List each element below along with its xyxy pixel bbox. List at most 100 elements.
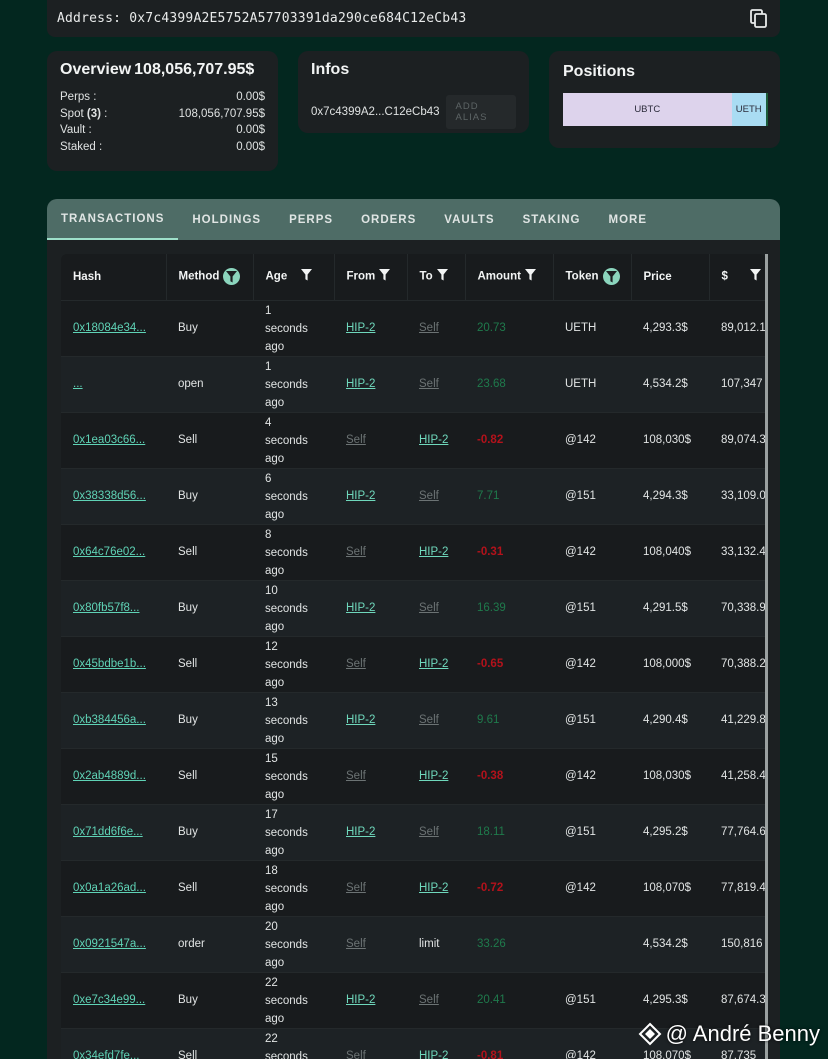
- filter-active-icon[interactable]: [602, 268, 620, 286]
- from-link[interactable]: HIP-2: [346, 378, 375, 390]
- transactions-table-container[interactable]: Hash Method Age From To Amount Token Price $ 0x1…: [61, 254, 766, 1059]
- add-alias-button[interactable]: ADD ALIAS: [445, 95, 516, 129]
- cell-price: 4,295.3$: [631, 972, 709, 1029]
- column-header-to[interactable]: To: [407, 254, 466, 301]
- hash-link[interactable]: 0x45bdbe1b...: [73, 658, 146, 670]
- column-header-label: Price: [643, 270, 672, 283]
- tab-staking[interactable]: STAKING: [509, 199, 595, 240]
- table-row[interactable]: 0x0921547a... order 20 seconds ago Self limit 3…: [61, 916, 766, 973]
- column-header-price[interactable]: Price: [631, 254, 710, 301]
- position-segment[interactable]: [765, 93, 768, 126]
- to-link[interactable]: HIP-2: [419, 770, 448, 782]
- overview-row-label: Vault :: [60, 122, 92, 139]
- column-header-hash[interactable]: Hash: [61, 254, 167, 301]
- from-link[interactable]: Self: [346, 658, 366, 670]
- hash-link[interactable]: 0x34efd7fe...: [73, 1050, 140, 1059]
- hash-link[interactable]: 0x2ab4889d...: [73, 770, 146, 782]
- cell-usd: 33,109.0: [709, 468, 766, 525]
- column-header-label: Hash: [73, 270, 102, 283]
- table-row[interactable]: 0x80fb57f8... Buy 10 seconds ago HIP-2 Self 16.…: [61, 580, 766, 637]
- hash-link[interactable]: ...: [73, 378, 83, 390]
- table-row[interactable]: 0x45bdbe1b... Sell 12 seconds ago Self HIP-2 -0…: [61, 636, 766, 693]
- to-link[interactable]: Self: [419, 322, 439, 334]
- tab-transactions[interactable]: TRANSACTIONS: [47, 199, 179, 240]
- table-row[interactable]: 0x38338d56... Buy 6 seconds ago HIP-2 Self 7.71…: [61, 468, 766, 525]
- cell-token: @142: [553, 412, 631, 469]
- filter-icon[interactable]: [379, 269, 391, 284]
- filter-active-icon[interactable]: [223, 268, 241, 286]
- to-link[interactable]: HIP-2: [419, 434, 448, 446]
- to-link[interactable]: Self: [419, 994, 439, 1006]
- cell-age: 1 seconds ago: [253, 356, 334, 413]
- age-unit: seconds: [265, 546, 308, 559]
- column-header-amount[interactable]: Amount: [465, 254, 554, 301]
- table-row[interactable]: 0x1ea03c66... Sell 4 seconds ago Self HIP-2 -0.…: [61, 412, 766, 469]
- tab-more[interactable]: MORE: [594, 199, 661, 240]
- table-row[interactable]: ... open 1 seconds ago HIP-2 Self 23.68 UETH 4,53…: [61, 356, 766, 413]
- hash-link[interactable]: 0x71dd6f6e...: [73, 826, 143, 838]
- from-link[interactable]: HIP-2: [346, 602, 375, 614]
- from-link[interactable]: Self: [346, 1050, 366, 1059]
- from-link[interactable]: Self: [346, 546, 366, 558]
- table-row[interactable]: 0x2ab4889d... Sell 15 seconds ago Self HIP-2 -0…: [61, 748, 766, 805]
- from-link[interactable]: Self: [346, 938, 366, 950]
- table-scrollbar[interactable]: [765, 254, 768, 1059]
- position-segment[interactable]: UBTC: [563, 93, 732, 126]
- tab-orders[interactable]: ORDERS: [347, 199, 430, 240]
- cell-amount: -0.72: [465, 860, 553, 917]
- position-segment[interactable]: UETH: [731, 93, 766, 126]
- hash-link[interactable]: 0x1ea03c66...: [73, 434, 145, 446]
- column-header-age[interactable]: Age: [253, 254, 335, 301]
- tab-vaults[interactable]: VAULTS: [430, 199, 508, 240]
- hash-link[interactable]: 0x80fb57f8...: [73, 602, 140, 614]
- table-row[interactable]: 0x0a1a26ad... Sell 18 seconds ago Self HIP-2 -0…: [61, 860, 766, 917]
- to-link[interactable]: HIP-2: [419, 1050, 448, 1059]
- column-header-token[interactable]: Token: [553, 254, 632, 301]
- to-link[interactable]: HIP-2: [419, 882, 448, 894]
- overview-title: Overview: [60, 61, 132, 78]
- cell-token: @142: [553, 860, 631, 917]
- column-header-from[interactable]: From: [334, 254, 408, 301]
- from-link[interactable]: HIP-2: [346, 994, 375, 1006]
- to-link[interactable]: Self: [419, 378, 439, 390]
- hash-link[interactable]: 0x64c76e02...: [73, 546, 145, 558]
- column-header-usd[interactable]: $: [709, 254, 766, 301]
- table-row[interactable]: 0x18084e34... Buy 1 seconds ago HIP-2 Self 20.7…: [61, 300, 766, 357]
- from-link[interactable]: HIP-2: [346, 826, 375, 838]
- overview-row-label: Staked :: [60, 139, 102, 156]
- table-row[interactable]: 0xb384456a... Buy 13 seconds ago HIP-2 Self 9.6…: [61, 692, 766, 749]
- hash-link[interactable]: 0xe7c34e99...: [73, 994, 145, 1006]
- to-link[interactable]: HIP-2: [419, 546, 448, 558]
- table-row[interactable]: 0xe7c34e99... Buy 22 seconds ago HIP-2 Self 20.…: [61, 972, 766, 1029]
- copy-icon[interactable]: [750, 9, 768, 29]
- filter-icon[interactable]: [301, 269, 313, 284]
- to-link[interactable]: Self: [419, 714, 439, 726]
- to-link[interactable]: Self: [419, 490, 439, 502]
- to-link[interactable]: Self: [419, 602, 439, 614]
- from-link[interactable]: Self: [346, 770, 366, 782]
- table-row[interactable]: 0x64c76e02... Sell 8 seconds ago Self HIP-2 -0.…: [61, 524, 766, 581]
- from-link[interactable]: HIP-2: [346, 714, 375, 726]
- tab-holdings[interactable]: HOLDINGS: [178, 199, 275, 240]
- from-link[interactable]: HIP-2: [346, 490, 375, 502]
- to-link[interactable]: Self: [419, 826, 439, 838]
- hash-link[interactable]: 0x18084e34...: [73, 322, 146, 334]
- table-row[interactable]: 0x71dd6f6e... Buy 17 seconds ago HIP-2 Self 18.…: [61, 804, 766, 861]
- cell-method: Buy: [166, 804, 253, 861]
- column-header-method[interactable]: Method: [166, 254, 254, 301]
- hash-link[interactable]: 0xb384456a...: [73, 714, 146, 726]
- filter-icon[interactable]: [524, 269, 536, 284]
- age-unit: seconds: [265, 714, 308, 727]
- hash-link[interactable]: 0x0921547a...: [73, 938, 146, 950]
- filter-icon[interactable]: [436, 269, 448, 284]
- hash-link[interactable]: 0x0a1a26ad...: [73, 882, 146, 894]
- tab-perps[interactable]: PERPS: [275, 199, 347, 240]
- diamond-logo-icon: [638, 1022, 661, 1046]
- filter-icon[interactable]: [749, 269, 761, 284]
- from-link[interactable]: Self: [346, 882, 366, 894]
- from-link[interactable]: HIP-2: [346, 322, 375, 334]
- from-link[interactable]: Self: [346, 434, 366, 446]
- to-link[interactable]: HIP-2: [419, 658, 448, 670]
- hash-link[interactable]: 0x38338d56...: [73, 490, 146, 502]
- cell-price: 4,295.2$: [631, 804, 709, 861]
